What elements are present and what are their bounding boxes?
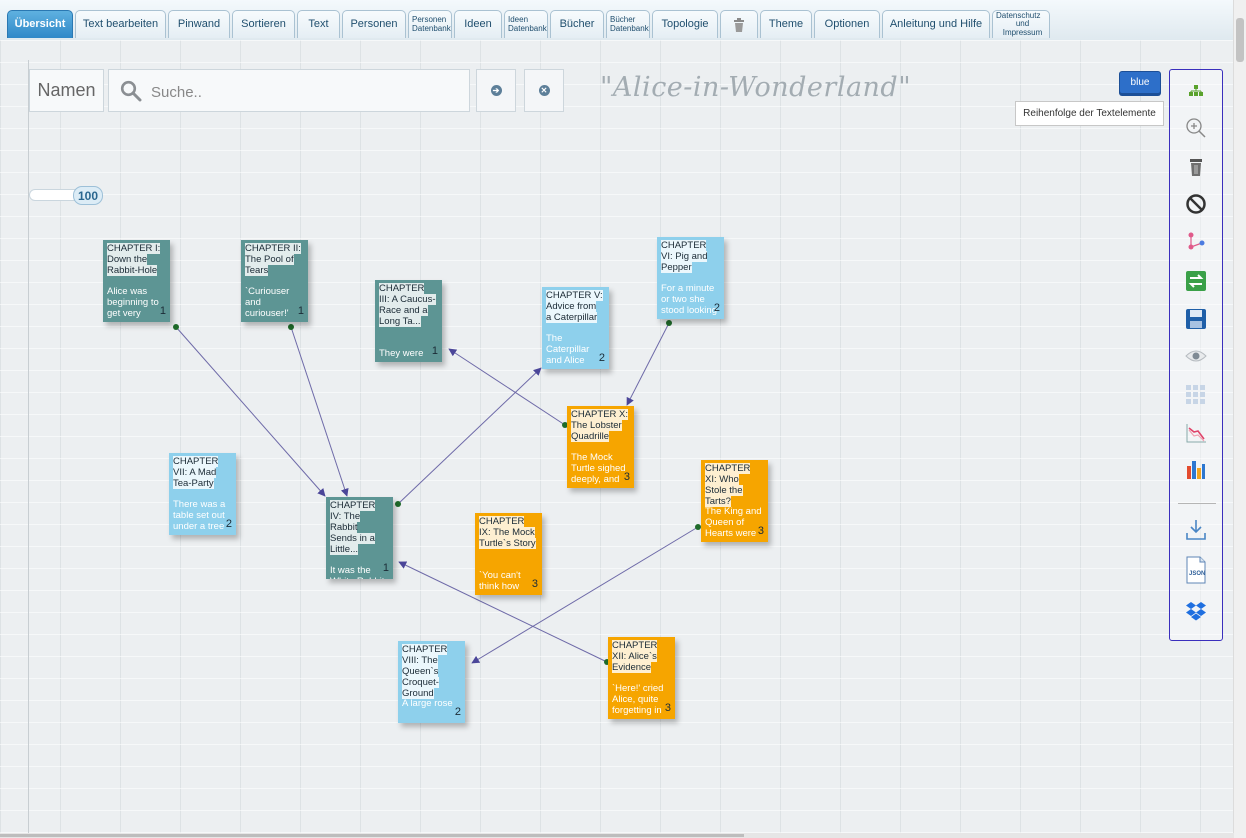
vertical-scroll-thumb[interactable] <box>1236 18 1244 62</box>
chapter-group-number: 3 <box>757 525 764 537</box>
right-toolbar: JSON <box>1169 69 1223 641</box>
chapter-group-number: 1 <box>297 305 304 317</box>
chapter-group-number: 1 <box>159 305 166 317</box>
chapter-group-number: 2 <box>225 518 232 530</box>
chapter-excerpt: The Caterpillar and Alice <box>546 333 590 366</box>
edge-c2-c4 <box>290 326 349 497</box>
chapter-excerpt: `You can't think how <box>479 570 521 592</box>
chapter-title: CHAPTER IV: The Rabbit Sends in a Little… <box>330 500 387 555</box>
chapter-excerpt: `Curiouser and curiouser!' <box>245 286 290 319</box>
chapter-title: CHAPTER VII: A Mad Tea-Party <box>173 456 230 489</box>
chapter-group-number: 1 <box>431 345 438 357</box>
chapter-card-c12[interactable]: CHAPTER XII: Alice`s Evidence `Here!' cri… <box>608 637 675 719</box>
forbidden-icon[interactable] <box>1183 191 1209 217</box>
chapter-excerpt: It was the White Rabbit, <box>330 565 387 579</box>
chapter-card-c10[interactable]: CHAPTER X: The Lobster Quadrille The Mock… <box>567 406 634 488</box>
chapter-title-text: CHAPTER XII: Alice`s Evidence <box>612 640 658 673</box>
chapter-title-text: CHAPTER I: Down the Rabbit-Hole <box>107 243 161 276</box>
chart-down-icon[interactable] <box>1183 420 1209 446</box>
chapter-excerpt: The Mock Turtle sighed deeply, and <box>571 452 626 485</box>
chapter-card-c3[interactable]: CHAPTER III: A Caucus-Race and a Long Ta… <box>375 280 442 362</box>
chapter-group-number: 3 <box>623 471 630 483</box>
save-icon[interactable] <box>1183 306 1209 332</box>
chapter-title-text: CHAPTER III: A Caucus-Race and a Long Ta… <box>379 283 436 327</box>
edge-c4-c5 <box>397 367 542 505</box>
chapter-title-text: CHAPTER V: Advice from a Caterpillar <box>546 290 603 323</box>
chapter-title: CHAPTER XII: Alice`s Evidence <box>612 640 669 673</box>
chapter-title-text: CHAPTER VIII: The Queen`s Croquet-Ground <box>402 644 448 699</box>
edge-source-handle[interactable] <box>666 320 672 326</box>
chapter-excerpt: A large rose <box>402 698 453 709</box>
trash-can-icon[interactable] <box>1183 154 1209 180</box>
graph-nodes-icon[interactable] <box>1183 229 1209 255</box>
chapter-title-text: CHAPTER XI: Who Stole the Tarts? <box>705 463 751 507</box>
chapter-group-number: 2 <box>713 302 720 314</box>
chapter-title: CHAPTER V: Advice from a Caterpillar <box>546 290 603 323</box>
hierarchy-icon[interactable] <box>1183 78 1209 104</box>
chapter-excerpt: Alice was beginning to get very <box>107 286 159 319</box>
chapter-card-c8[interactable]: CHAPTER VIII: The Queen`s Croquet-Ground… <box>398 641 465 723</box>
chapter-group-number: 3 <box>531 578 538 590</box>
chapter-title-text: CHAPTER II: The Pool of Tears <box>245 243 301 276</box>
chapter-card-c4[interactable]: CHAPTER IV: The Rabbit Sends in a Little… <box>326 497 393 579</box>
chapter-card-c7[interactable]: CHAPTER VII: A Mad Tea-Party There was a … <box>169 453 236 535</box>
edge-c6-c10 <box>626 322 670 406</box>
toolbar-separator <box>1178 503 1216 504</box>
chapter-excerpt: For a minute or two she stood looking <box>661 283 717 316</box>
chapter-group-number: 2 <box>454 706 461 718</box>
chapter-excerpt: `Here!' cried Alice, quite forgetting in <box>612 683 664 716</box>
chapter-title-text: CHAPTER IV: The Rabbit Sends in a Little… <box>330 500 376 555</box>
json-file-icon[interactable]: JSON <box>1183 556 1209 584</box>
edge-source-handle[interactable] <box>173 324 179 330</box>
chapter-card-c1[interactable]: CHAPTER I: Down the Rabbit-Hole Alice was… <box>103 240 170 322</box>
chapter-excerpt: They were <box>379 348 424 359</box>
edge-source-handle[interactable] <box>288 324 294 330</box>
svg-text:JSON: JSON <box>1189 571 1205 577</box>
chapter-title: CHAPTER II: The Pool of Tears <box>245 243 302 276</box>
grid-icon[interactable] <box>1183 382 1209 408</box>
chapter-title: CHAPTER X: The Lobster Quadrille <box>571 409 629 442</box>
chapter-group-number: 2 <box>598 352 605 364</box>
chapter-excerpt: There was a table set out under a tree <box>173 499 226 532</box>
chapter-title: CHAPTER XI: Who Stole the Tarts? <box>705 463 762 507</box>
chapter-group-number: 3 <box>664 702 671 714</box>
chapter-card-c11[interactable]: CHAPTER XI: Who Stole the Tarts? The King… <box>701 460 768 542</box>
edge-source-handle[interactable] <box>395 501 401 507</box>
dropbox-icon[interactable] <box>1183 598 1209 624</box>
horizontal-scroll-thumb[interactable] <box>0 834 744 837</box>
chapter-title-text: CHAPTER VII: A Mad Tea-Party <box>173 456 219 489</box>
swap-icon[interactable] <box>1183 268 1209 294</box>
chapter-excerpt: The King and Queen of Hearts were <box>705 506 762 539</box>
vertical-scrollbar[interactable] <box>1233 0 1246 838</box>
chapter-title-text: CHAPTER IX: The Mock Turtle`s Story <box>479 516 536 549</box>
chapter-title: CHAPTER IX: The Mock Turtle`s Story <box>479 516 536 549</box>
bar-chart-icon[interactable] <box>1183 456 1209 482</box>
chapter-group-number: 1 <box>382 562 389 574</box>
chapter-title: CHAPTER VIII: The Queen`s Croquet-Ground <box>402 644 459 699</box>
chapter-card-c9[interactable]: CHAPTER IX: The Mock Turtle`s Story `You … <box>475 513 542 595</box>
chapter-title: CHAPTER VI: Pig and Pepper <box>661 240 718 273</box>
chapter-title: CHAPTER III: A Caucus-Race and a Long Ta… <box>379 283 436 327</box>
chapter-card-c6[interactable]: CHAPTER VI: Pig and Pepper For a minute o… <box>657 237 724 319</box>
chapter-card-c2[interactable]: CHAPTER II: The Pool of Tears `Curiouser … <box>241 240 308 322</box>
eye-icon[interactable] <box>1183 343 1209 369</box>
chapter-title-text: CHAPTER X: The Lobster Quadrille <box>571 409 629 442</box>
chapter-title: CHAPTER I: Down the Rabbit-Hole <box>107 243 164 276</box>
chapter-title-text: CHAPTER VI: Pig and Pepper <box>661 240 708 273</box>
zoom-in-icon[interactable] <box>1183 115 1209 141</box>
horizontal-scrollbar[interactable] <box>0 833 1234 838</box>
download-icon[interactable] <box>1183 517 1209 543</box>
chapter-card-c5[interactable]: CHAPTER V: Advice from a Caterpillar The … <box>542 287 609 369</box>
